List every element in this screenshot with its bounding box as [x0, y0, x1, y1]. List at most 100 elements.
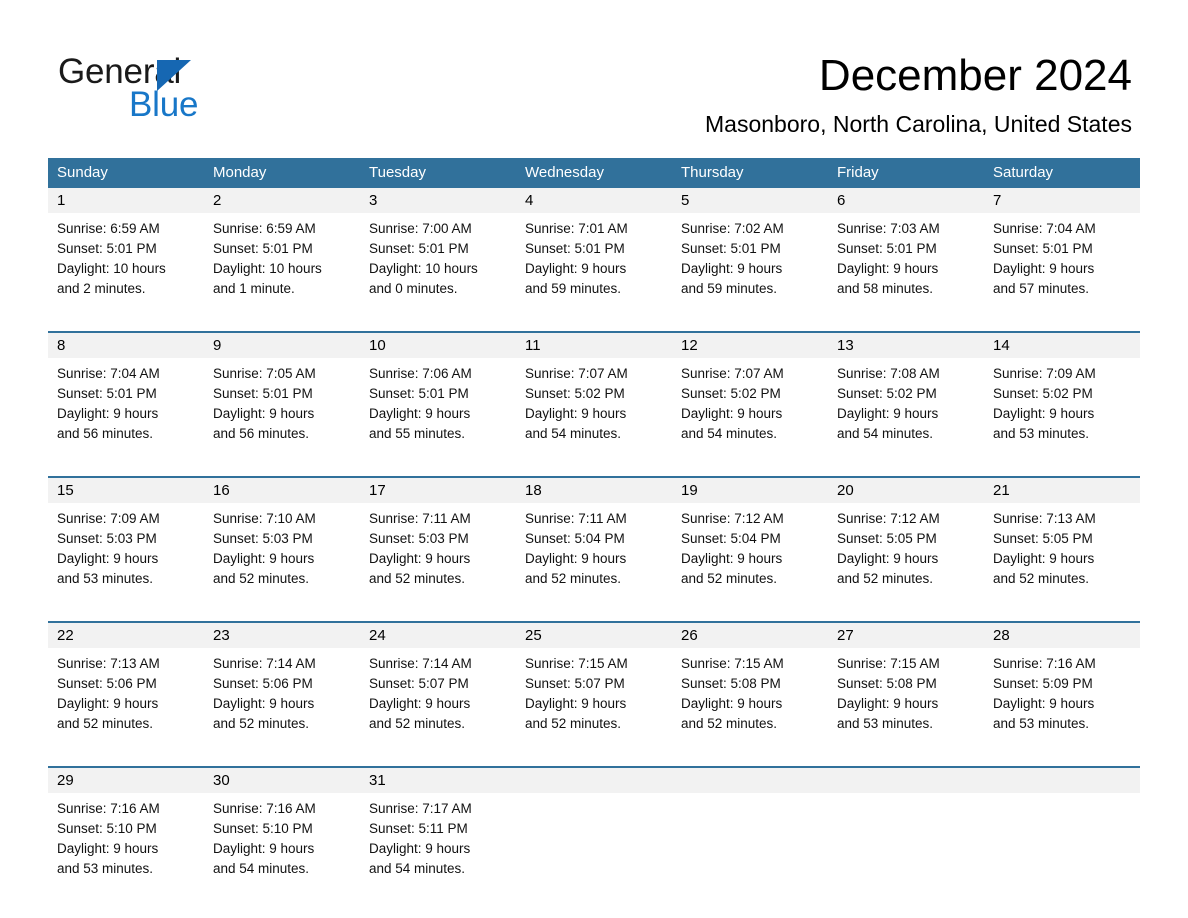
day-details: Sunrise: 7:15 AM Sunset: 5:07 PM Dayligh… — [516, 648, 672, 744]
day-cell[interactable]: 16 Sunrise: 7:10 AM Sunset: 5:03 PM Dayl… — [204, 478, 360, 599]
day-cell[interactable]: 12 Sunrise: 7:07 AM Sunset: 5:02 PM Dayl… — [672, 333, 828, 454]
day-details: Sunrise: 6:59 AM Sunset: 5:01 PM Dayligh… — [48, 213, 204, 309]
daylight-line-1: Daylight: 9 hours — [369, 551, 471, 566]
sunset-line: Sunset: 5:08 PM — [837, 676, 937, 691]
day-cell[interactable]: 1 Sunrise: 6:59 AM Sunset: 5:01 PM Dayli… — [48, 188, 204, 309]
day-details: Sunrise: 7:09 AM Sunset: 5:03 PM Dayligh… — [48, 503, 204, 599]
daylight-line-2: and 52 minutes. — [525, 571, 622, 586]
sunrise-line: Sunrise: 6:59 AM — [213, 221, 316, 236]
daylight-line-2: and 2 minutes. — [57, 281, 146, 296]
day-cell[interactable]: 6 Sunrise: 7:03 AM Sunset: 5:01 PM Dayli… — [828, 188, 984, 309]
day-cell[interactable]: 18 Sunrise: 7:11 AM Sunset: 5:04 PM Dayl… — [516, 478, 672, 599]
day-number: 21 — [984, 478, 1140, 503]
daylight-line-2: and 52 minutes. — [993, 571, 1090, 586]
day-number: 18 — [516, 478, 672, 503]
week-spacer — [48, 454, 1140, 476]
day-number: 16 — [204, 478, 360, 503]
week-spacer — [48, 309, 1140, 331]
sunset-line: Sunset: 5:02 PM — [681, 386, 781, 401]
day-cell[interactable]: 17 Sunrise: 7:11 AM Sunset: 5:03 PM Dayl… — [360, 478, 516, 599]
sunset-line: Sunset: 5:07 PM — [369, 676, 469, 691]
day-number: 9 — [204, 333, 360, 358]
daylight-line-1: Daylight: 9 hours — [57, 696, 159, 711]
sunrise-line: Sunrise: 7:13 AM — [993, 511, 1096, 526]
day-details: Sunrise: 7:16 AM Sunset: 5:10 PM Dayligh… — [204, 793, 360, 889]
day-cell[interactable]: 26 Sunrise: 7:15 AM Sunset: 5:08 PM Dayl… — [672, 623, 828, 744]
daylight-line-2: and 58 minutes. — [837, 281, 934, 296]
day-cell[interactable]: 29 Sunrise: 7:16 AM Sunset: 5:10 PM Dayl… — [48, 768, 204, 889]
day-cell[interactable]: 11 Sunrise: 7:07 AM Sunset: 5:02 PM Dayl… — [516, 333, 672, 454]
daylight-line-2: and 52 minutes. — [213, 716, 310, 731]
daylight-line-2: and 53 minutes. — [993, 716, 1090, 731]
daylight-line-1: Daylight: 9 hours — [681, 696, 783, 711]
daylight-line-2: and 53 minutes. — [837, 716, 934, 731]
daylight-line-1: Daylight: 9 hours — [525, 261, 627, 276]
sunset-line: Sunset: 5:01 PM — [369, 386, 469, 401]
day-cell[interactable]: 27 Sunrise: 7:15 AM Sunset: 5:08 PM Dayl… — [828, 623, 984, 744]
sunrise-line: Sunrise: 7:07 AM — [525, 366, 628, 381]
day-cell[interactable]: 2 Sunrise: 6:59 AM Sunset: 5:01 PM Dayli… — [204, 188, 360, 309]
daylight-line-1: Daylight: 9 hours — [993, 551, 1095, 566]
daylight-line-2: and 52 minutes. — [681, 571, 778, 586]
sunset-line: Sunset: 5:02 PM — [837, 386, 937, 401]
day-details: Sunrise: 7:13 AM Sunset: 5:05 PM Dayligh… — [984, 503, 1140, 599]
weekday-header-tuesday: Tuesday — [369, 164, 426, 181]
day-cell[interactable]: 28 Sunrise: 7:16 AM Sunset: 5:09 PM Dayl… — [984, 623, 1140, 744]
day-details: Sunrise: 7:11 AM Sunset: 5:04 PM Dayligh… — [516, 503, 672, 599]
sunrise-line: Sunrise: 7:04 AM — [57, 366, 160, 381]
day-cell[interactable]: 31 Sunrise: 7:17 AM Sunset: 5:11 PM Dayl… — [360, 768, 516, 889]
day-number: 28 — [984, 623, 1140, 648]
day-details: Sunrise: 7:14 AM Sunset: 5:06 PM Dayligh… — [204, 648, 360, 744]
generalblue-logo[interactable]: General Blue — [58, 52, 358, 124]
day-cell[interactable]: 19 Sunrise: 7:12 AM Sunset: 5:04 PM Dayl… — [672, 478, 828, 599]
day-cell[interactable]: 5 Sunrise: 7:02 AM Sunset: 5:01 PM Dayli… — [672, 188, 828, 309]
day-details: Sunrise: 7:11 AM Sunset: 5:03 PM Dayligh… — [360, 503, 516, 599]
day-cell[interactable]: 7 Sunrise: 7:04 AM Sunset: 5:01 PM Dayli… — [984, 188, 1140, 309]
daylight-line-2: and 53 minutes. — [57, 861, 154, 876]
daylight-line-1: Daylight: 9 hours — [57, 406, 159, 421]
day-cell[interactable]: 13 Sunrise: 7:08 AM Sunset: 5:02 PM Dayl… — [828, 333, 984, 454]
day-number — [984, 768, 1140, 793]
sunset-line: Sunset: 5:01 PM — [681, 241, 781, 256]
day-cell[interactable]: 20 Sunrise: 7:12 AM Sunset: 5:05 PM Dayl… — [828, 478, 984, 599]
sunrise-line: Sunrise: 7:16 AM — [57, 801, 160, 816]
sunset-line: Sunset: 5:06 PM — [213, 676, 313, 691]
sunset-line: Sunset: 5:01 PM — [525, 241, 625, 256]
sunset-line: Sunset: 5:03 PM — [57, 531, 157, 546]
daylight-line-1: Daylight: 9 hours — [57, 841, 159, 856]
day-cell[interactable]: 22 Sunrise: 7:13 AM Sunset: 5:06 PM Dayl… — [48, 623, 204, 744]
daylight-line-1: Daylight: 9 hours — [525, 696, 627, 711]
daylight-line-1: Daylight: 10 hours — [369, 261, 478, 276]
daylight-line-1: Daylight: 9 hours — [993, 261, 1095, 276]
sunset-line: Sunset: 5:08 PM — [681, 676, 781, 691]
day-details: Sunrise: 7:09 AM Sunset: 5:02 PM Dayligh… — [984, 358, 1140, 454]
day-cell[interactable]: 8 Sunrise: 7:04 AM Sunset: 5:01 PM Dayli… — [48, 333, 204, 454]
day-cell[interactable]: 25 Sunrise: 7:15 AM Sunset: 5:07 PM Dayl… — [516, 623, 672, 744]
sunrise-line: Sunrise: 7:04 AM — [993, 221, 1096, 236]
page-header: General Blue December 2024 Masonboro, No… — [0, 0, 1188, 150]
sunrise-line: Sunrise: 7:12 AM — [837, 511, 940, 526]
day-number: 27 — [828, 623, 984, 648]
day-cell[interactable]: 14 Sunrise: 7:09 AM Sunset: 5:02 PM Dayl… — [984, 333, 1140, 454]
day-cell[interactable]: 15 Sunrise: 7:09 AM Sunset: 5:03 PM Dayl… — [48, 478, 204, 599]
day-cell[interactable]: 4 Sunrise: 7:01 AM Sunset: 5:01 PM Dayli… — [516, 188, 672, 309]
day-cell[interactable]: 9 Sunrise: 7:05 AM Sunset: 5:01 PM Dayli… — [204, 333, 360, 454]
day-cell[interactable]: 10 Sunrise: 7:06 AM Sunset: 5:01 PM Dayl… — [360, 333, 516, 454]
daylight-line-1: Daylight: 9 hours — [993, 406, 1095, 421]
day-cell[interactable]: 24 Sunrise: 7:14 AM Sunset: 5:07 PM Dayl… — [360, 623, 516, 744]
sunset-line: Sunset: 5:01 PM — [369, 241, 469, 256]
weekday-header-sunday: Sunday — [57, 164, 108, 181]
week-row: 15 Sunrise: 7:09 AM Sunset: 5:03 PM Dayl… — [48, 476, 1140, 599]
day-details — [984, 793, 1140, 889]
daylight-line-1: Daylight: 10 hours — [213, 261, 322, 276]
daylight-line-2: and 52 minutes. — [369, 716, 466, 731]
daylight-line-1: Daylight: 9 hours — [213, 841, 315, 856]
daylight-line-1: Daylight: 9 hours — [213, 406, 315, 421]
sunrise-line: Sunrise: 7:13 AM — [57, 656, 160, 671]
day-cell[interactable]: 23 Sunrise: 7:14 AM Sunset: 5:06 PM Dayl… — [204, 623, 360, 744]
calendar-page: General Blue December 2024 Masonboro, No… — [0, 0, 1188, 918]
day-cell[interactable]: 21 Sunrise: 7:13 AM Sunset: 5:05 PM Dayl… — [984, 478, 1140, 599]
day-cell[interactable]: 30 Sunrise: 7:16 AM Sunset: 5:10 PM Dayl… — [204, 768, 360, 889]
day-details: Sunrise: 7:15 AM Sunset: 5:08 PM Dayligh… — [828, 648, 984, 744]
day-cell[interactable]: 3 Sunrise: 7:00 AM Sunset: 5:01 PM Dayli… — [360, 188, 516, 309]
